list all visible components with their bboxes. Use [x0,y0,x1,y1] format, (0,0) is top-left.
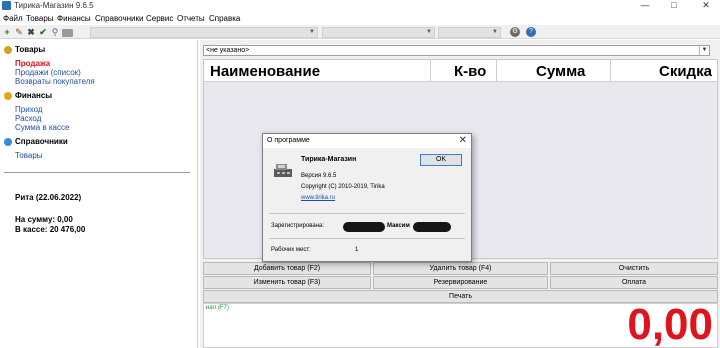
about-dialog: О программе ✕ Тирика-Магазин Версия 9.6.… [262,133,472,262]
sum-info: На сумму: 0,00 [15,215,73,224]
nav-income[interactable]: Приход [15,105,43,114]
menu-finance[interactable]: Финансы [57,14,91,23]
dialog-divider [269,213,465,214]
section-goods: Товары [4,45,45,54]
confirm-icon[interactable]: ✔ [38,27,48,37]
gear-icon[interactable]: ⚙ [510,27,520,37]
total-amount: 0,00 [627,300,713,348]
registered-label: Зарегистрирована: [271,223,325,229]
toolbar: + ✎ ✖ ✔ ⚲ ▼ ▼ ▼ ⚙ ? [0,25,720,39]
nav-sales-list[interactable]: Продажи (список) [15,68,81,77]
goods-icon [4,45,12,54]
dialog-divider [269,238,465,239]
column-divider [430,60,431,82]
column-discount[interactable]: Скидка [659,63,712,80]
nav-expense[interactable]: Расход [15,114,41,123]
left-divider [4,172,190,173]
column-divider [496,60,497,82]
delete-icon[interactable]: ✖ [26,27,36,37]
column-qty[interactable]: К-во [454,63,486,80]
maximize-button[interactable]: □ [665,0,683,12]
cash-info: В кассе: 20 476,00 [15,225,86,234]
minimize-button[interactable]: — [636,0,654,12]
nav-ref-goods[interactable]: Товары [15,151,43,160]
window-title: Тирика-Магазин 9.6.5 [14,1,94,10]
references-icon [4,137,12,146]
column-divider [610,60,611,82]
toolbar-combo-1[interactable]: ▼ [90,27,318,38]
ok-button[interactable]: OK [420,154,462,166]
menu-bar: Файл Товары Финансы Справочники Сервис О… [0,13,720,25]
plus-icon[interactable]: + [2,27,12,37]
total-panel: нал (F7) 0,00 [203,300,718,348]
menu-help[interactable]: Справка [209,14,240,23]
section-references-title: Справочники [15,137,68,146]
search-icon[interactable]: ⚲ [50,27,60,37]
dialog-product-name: Тирика-Магазин [301,156,357,163]
toolbar-combo-3[interactable]: ▼ [438,27,501,38]
left-panel: Товары Продажа Продажи (список) Возвраты… [0,40,198,348]
dialog-close-icon[interactable]: ✕ [459,135,467,146]
nav-sale[interactable]: Продажа [15,59,50,68]
customer-select[interactable]: <не указано> ▼ [203,45,710,56]
section-goods-title: Товары [15,45,46,54]
menu-references[interactable]: Справочники [95,14,143,23]
table-header: Наименование К-во Сумма Скидка [204,60,717,82]
dialog-website-link[interactable]: www.tirika.ru [301,195,335,201]
redaction-mark [343,222,385,232]
section-finance: Финансы [4,91,52,100]
edit-icon[interactable]: ✎ [14,27,24,37]
add-item-button[interactable]: Добавить товар (F2) [203,262,371,275]
print-icon[interactable] [62,29,73,37]
column-sum[interactable]: Сумма [536,63,585,80]
menu-file[interactable]: Файл [3,14,23,23]
column-name[interactable]: Наименование [210,63,320,80]
edit-item-button[interactable]: Изменить товар (F3) [203,276,371,289]
menu-reports[interactable]: Отчеты [177,14,205,23]
registered-name: Максим [387,223,410,229]
clear-button[interactable]: Очистить [550,262,718,275]
section-finance-title: Финансы [15,91,53,100]
reserve-button[interactable]: Резервирование [373,276,548,289]
section-references: Справочники [4,137,68,146]
nav-customer-returns[interactable]: Возвраты покупателя [15,77,95,86]
close-window-button[interactable]: ✕ [697,0,715,12]
title-bar: Тирика-Магазин 9.6.5 — □ ✕ [0,0,720,12]
pay-button[interactable]: Оплата [550,276,718,289]
app-icon [2,1,11,10]
user-date: Рита (22.06.2022) [15,193,82,202]
dialog-copyright: Copyright (C) 2010-2019, Tirika [301,184,385,190]
seats-value: 1 [355,247,359,253]
seats-label: Рабочих мест: [271,247,311,253]
cash-register-icon [274,164,292,177]
cash-f7-label[interactable]: нал (F7) [206,305,229,311]
redaction-mark [413,222,451,232]
remove-item-button[interactable]: Удалить товар (F4) [373,262,548,275]
dialog-version: Версия 9.6.5 [301,173,337,179]
dialog-title: О программе [267,137,310,144]
dialog-title-bar: О программе ✕ [263,134,471,148]
chevron-down-icon[interactable]: ▼ [699,46,709,55]
nav-cash-sum[interactable]: Сумма в кассе [15,123,69,132]
customer-value: <не указано> [206,47,250,54]
help-icon[interactable]: ? [526,27,536,37]
menu-goods[interactable]: Товары [26,14,54,23]
menu-service[interactable]: Сервис [146,14,173,23]
finance-icon [4,91,12,100]
toolbar-combo-2[interactable]: ▼ [322,27,435,38]
